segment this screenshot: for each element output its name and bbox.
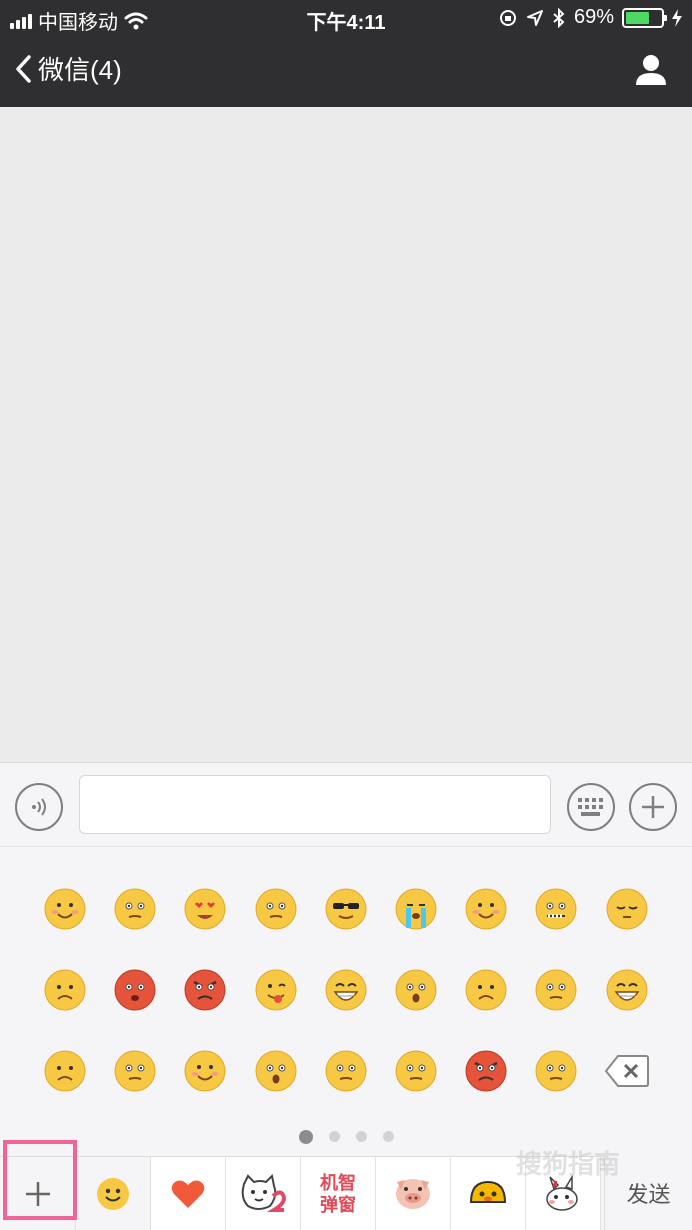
page-dot[interactable] <box>328 1131 340 1142</box>
emoji-confused[interactable] <box>311 1049 381 1093</box>
eye-roll-face-icon <box>395 1050 437 1092</box>
crying-face-icon <box>395 888 437 930</box>
watermark: 搜狗指南 <box>516 1149 621 1179</box>
chick-sticker-icon <box>469 1180 507 1203</box>
sad-face-icon <box>465 969 507 1011</box>
page-dot[interactable] <box>355 1131 367 1142</box>
back-label: 微信(4) <box>38 55 122 85</box>
chevron-left-icon <box>16 54 31 83</box>
location-icon <box>526 9 543 26</box>
emoji-tears[interactable] <box>30 968 100 1012</box>
laugh-cry-face-icon <box>606 969 647 1011</box>
emoji-heart-eyes[interactable] <box>170 887 240 931</box>
tongue-out-face-icon <box>255 969 297 1011</box>
smart-popup-tab[interactable]: 机智 弹窗 <box>301 1157 376 1230</box>
emoji-grid <box>30 887 662 1093</box>
chat-message-area[interactable] <box>0 107 692 762</box>
yawn-face-icon <box>114 1050 156 1092</box>
emoji-eye-roll[interactable] <box>381 1049 451 1093</box>
heart-eyes-face-icon <box>184 888 226 930</box>
angry-stare-face-icon <box>255 888 297 930</box>
emoji-zip-mouth[interactable] <box>521 887 591 931</box>
emoji-tongue-out[interactable] <box>241 968 311 1012</box>
smart-popup-label: 机智 弹窗 <box>320 1173 356 1215</box>
emoji-awkward[interactable] <box>100 887 170 931</box>
profile-icon[interactable] <box>634 52 668 86</box>
happy-blush-face-icon <box>184 1050 226 1092</box>
tears-face-icon <box>44 969 86 1011</box>
emoji-sleepy[interactable] <box>592 887 662 931</box>
heart-icon <box>171 1180 205 1208</box>
sweat-face-icon <box>535 1050 577 1092</box>
page-dot[interactable] <box>298 1130 313 1144</box>
zip-mouth-face-icon <box>535 888 577 930</box>
message-input[interactable] <box>79 775 551 834</box>
battery-percent: 69% <box>573 6 614 28</box>
smile-face-icon <box>44 888 86 930</box>
emoji-rage[interactable] <box>451 1049 521 1093</box>
smiley-icon <box>97 1178 129 1210</box>
sticker-pack-chick-tab[interactable] <box>451 1157 526 1230</box>
emoji-happy-blush[interactable] <box>170 1049 240 1093</box>
emoji-shocked[interactable] <box>241 1049 311 1093</box>
plus-icon <box>642 796 664 818</box>
scared-blush-face-icon <box>114 969 156 1011</box>
bluetooth-icon <box>553 7 565 28</box>
cat-sticker-icon <box>241 1174 286 1212</box>
emoji-cool[interactable] <box>311 887 381 931</box>
status-bar: 中国移动 下午4:11 69% <box>0 0 692 36</box>
emoji-furious[interactable] <box>170 968 240 1012</box>
emoji-pleading[interactable] <box>521 968 591 1012</box>
emoji-nauseous[interactable] <box>30 1049 100 1093</box>
charging-icon <box>672 8 682 27</box>
emoji-tab[interactable] <box>76 1157 151 1230</box>
voice-button[interactable] <box>15 783 63 831</box>
furious-face-icon <box>184 969 226 1011</box>
battery-level <box>626 11 650 24</box>
input-bar <box>0 762 692 846</box>
rage-face-icon <box>465 1050 507 1092</box>
nauseous-face-icon <box>44 1050 86 1092</box>
pig-sticker-icon <box>396 1179 430 1209</box>
highlight-box <box>3 1140 77 1220</box>
backspace-icon <box>604 1055 649 1087</box>
grin-face-icon <box>325 969 367 1011</box>
more-button[interactable] <box>629 783 677 831</box>
orientation-lock-icon <box>499 9 516 26</box>
battery-icon <box>622 7 667 28</box>
sleepy-face-icon <box>606 888 647 930</box>
emoji-crying[interactable] <box>381 887 451 931</box>
emoji-surprised[interactable] <box>381 968 451 1012</box>
pleading-face-icon <box>535 969 577 1011</box>
sticker-pack-pig-tab[interactable] <box>376 1157 451 1230</box>
status-right: 69% <box>498 6 682 29</box>
keyboard-button[interactable] <box>567 783 615 831</box>
surprised-face-icon <box>395 969 437 1011</box>
cool-face-icon <box>325 888 367 930</box>
emoji-grin[interactable] <box>311 968 381 1012</box>
delete-emoji-button[interactable] <box>592 1049 662 1093</box>
emoji-yawn[interactable] <box>100 1049 170 1093</box>
page-indicator <box>0 1130 692 1144</box>
emoji-sad[interactable] <box>451 968 521 1012</box>
page-dot[interactable] <box>382 1131 394 1142</box>
confused-face-icon <box>325 1050 367 1092</box>
voice-icon <box>32 798 46 816</box>
shocked-face-icon <box>255 1050 297 1092</box>
nav-bar: 微信(4) <box>0 36 692 107</box>
emoji-laugh-cry[interactable] <box>592 968 662 1012</box>
keyboard-icon <box>578 798 603 816</box>
emoji-panel <box>0 846 692 1156</box>
back-button[interactable]: 微信(4) <box>14 50 122 87</box>
sticker-pack-cat-tab[interactable] <box>226 1157 301 1230</box>
emoji-smile[interactable] <box>30 887 100 931</box>
emoji-shy-blush[interactable] <box>451 887 521 931</box>
shy-blush-face-icon <box>465 888 507 930</box>
emoji-angry-stare[interactable] <box>241 887 311 931</box>
emoji-scared-blush[interactable] <box>100 968 170 1012</box>
emoji-sweat[interactable] <box>521 1049 591 1093</box>
awkward-face-icon <box>114 888 156 930</box>
favorites-tab[interactable] <box>151 1157 226 1230</box>
